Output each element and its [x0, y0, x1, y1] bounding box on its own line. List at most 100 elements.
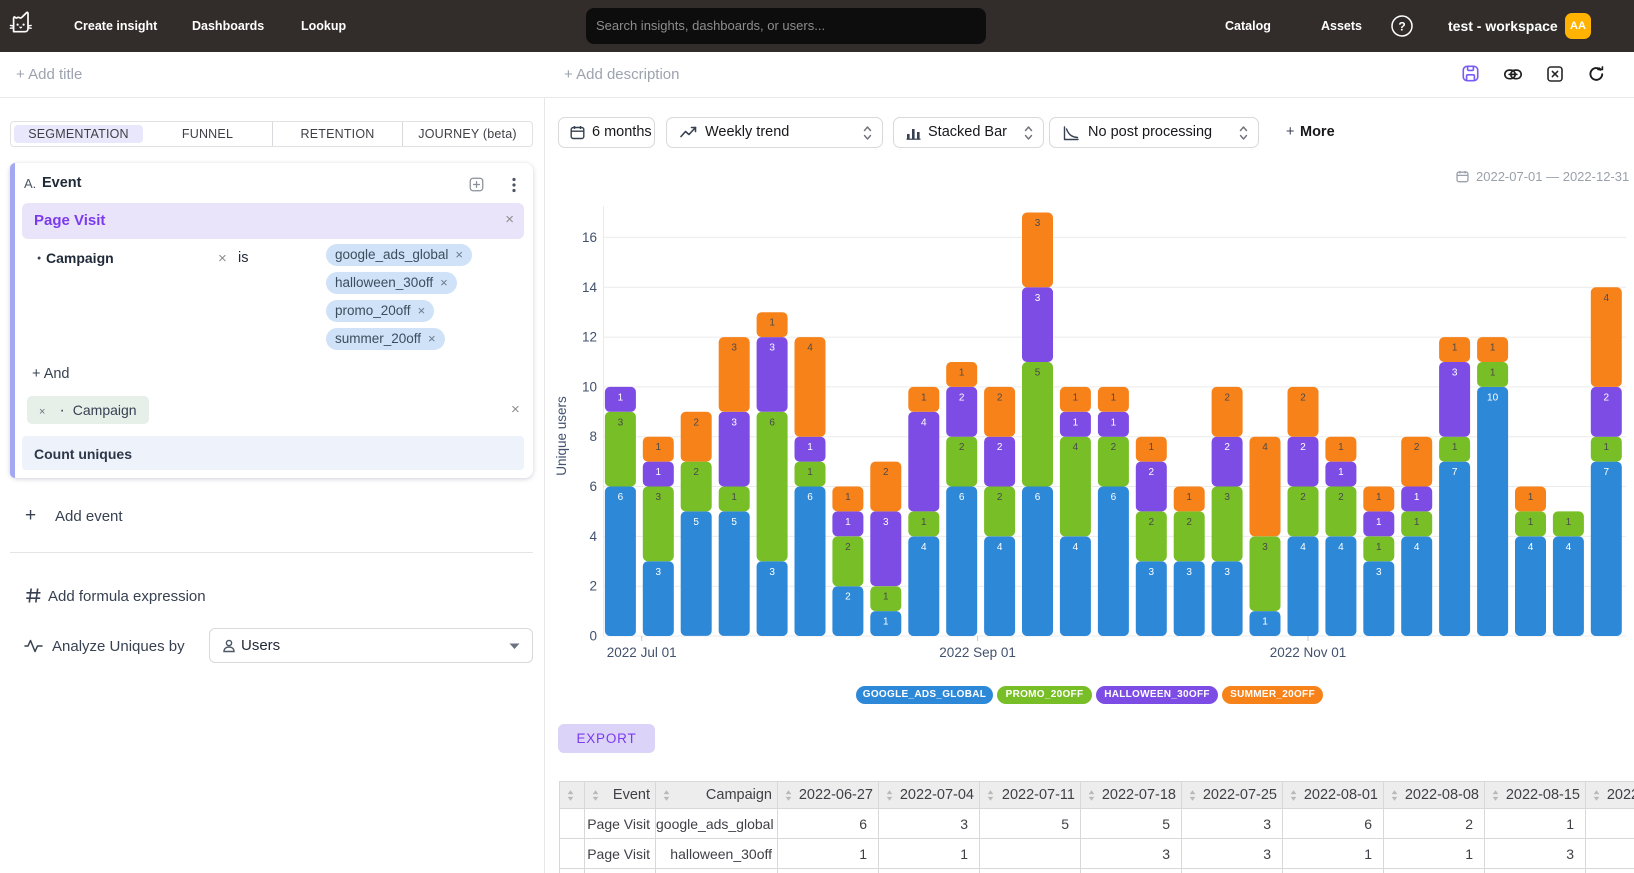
- svg-text:1: 1: [1111, 392, 1117, 403]
- svg-text:1: 1: [959, 368, 965, 379]
- svg-text:8: 8: [589, 429, 597, 444]
- svg-text:4: 4: [1338, 542, 1344, 553]
- svg-text:2: 2: [1300, 442, 1306, 453]
- svg-text:3: 3: [1452, 368, 1458, 379]
- svg-text:2: 2: [1149, 467, 1155, 478]
- svg-text:2: 2: [1149, 517, 1155, 528]
- svg-text:2: 2: [1300, 492, 1306, 503]
- svg-text:6: 6: [618, 492, 624, 503]
- svg-text:2022 Jul 01: 2022 Jul 01: [607, 645, 677, 660]
- svg-text:Unique users: Unique users: [554, 396, 569, 476]
- svg-text:3: 3: [731, 343, 737, 354]
- svg-text:6: 6: [769, 417, 775, 428]
- svg-text:3: 3: [1224, 492, 1230, 503]
- svg-text:1: 1: [1073, 392, 1079, 403]
- svg-text:2022 Nov 01: 2022 Nov 01: [1270, 645, 1347, 660]
- svg-text:4: 4: [921, 542, 927, 553]
- svg-text:1: 1: [1414, 517, 1420, 528]
- svg-text:5: 5: [731, 517, 737, 528]
- svg-text:5: 5: [693, 517, 699, 528]
- svg-text:1: 1: [1414, 492, 1420, 503]
- svg-text:1: 1: [845, 492, 851, 503]
- svg-text:2: 2: [997, 442, 1003, 453]
- svg-text:4: 4: [997, 542, 1003, 553]
- svg-text:6: 6: [589, 479, 597, 494]
- svg-text:4: 4: [1262, 442, 1268, 453]
- svg-text:1: 1: [1528, 517, 1534, 528]
- svg-text:3: 3: [618, 417, 624, 428]
- svg-text:6: 6: [1035, 492, 1041, 503]
- svg-text:7: 7: [1452, 467, 1458, 478]
- svg-text:4: 4: [589, 529, 597, 544]
- svg-text:1: 1: [883, 617, 889, 628]
- svg-text:3: 3: [769, 343, 775, 354]
- svg-text:1: 1: [921, 517, 927, 528]
- svg-text:2: 2: [589, 579, 597, 594]
- svg-text:3: 3: [1224, 567, 1230, 578]
- svg-text:1: 1: [1604, 442, 1610, 453]
- svg-text:1: 1: [1149, 442, 1155, 453]
- svg-text:6: 6: [1111, 492, 1117, 503]
- svg-text:1: 1: [1452, 442, 1458, 453]
- svg-text:1: 1: [656, 467, 662, 478]
- svg-text:2: 2: [1224, 442, 1230, 453]
- svg-text:1: 1: [1490, 368, 1496, 379]
- svg-text:14: 14: [582, 280, 598, 295]
- svg-text:3: 3: [1149, 567, 1155, 578]
- svg-text:2: 2: [997, 492, 1003, 503]
- svg-text:1: 1: [807, 442, 813, 453]
- svg-text:3: 3: [1376, 567, 1382, 578]
- svg-text:1: 1: [1111, 417, 1117, 428]
- svg-text:2: 2: [1414, 442, 1420, 453]
- svg-text:1: 1: [1376, 517, 1382, 528]
- svg-text:1: 1: [1376, 492, 1382, 503]
- svg-text:4: 4: [1414, 542, 1420, 553]
- svg-text:1: 1: [807, 467, 813, 478]
- svg-text:2: 2: [959, 392, 965, 403]
- svg-text:1: 1: [1376, 542, 1382, 553]
- svg-text:10: 10: [1487, 392, 1499, 403]
- svg-text:4: 4: [1300, 542, 1306, 553]
- svg-text:2: 2: [1111, 442, 1117, 453]
- svg-text:7: 7: [1604, 467, 1610, 478]
- svg-text:3: 3: [769, 567, 775, 578]
- svg-text:3: 3: [656, 492, 662, 503]
- svg-text:4: 4: [921, 417, 927, 428]
- svg-text:1: 1: [618, 392, 624, 403]
- svg-text:3: 3: [1035, 218, 1041, 229]
- svg-text:6: 6: [959, 492, 965, 503]
- svg-text:2: 2: [1338, 492, 1344, 503]
- svg-text:4: 4: [1073, 442, 1079, 453]
- svg-text:4: 4: [1073, 542, 1079, 553]
- svg-text:2: 2: [845, 592, 851, 603]
- svg-text:1: 1: [1073, 417, 1079, 428]
- svg-text:4: 4: [1566, 542, 1572, 553]
- svg-text:3: 3: [1186, 567, 1192, 578]
- svg-text:5: 5: [1035, 368, 1041, 379]
- svg-text:2: 2: [883, 467, 889, 478]
- svg-text:2: 2: [1186, 517, 1192, 528]
- svg-text:1: 1: [1566, 517, 1572, 528]
- svg-text:1: 1: [921, 392, 927, 403]
- svg-text:1: 1: [845, 517, 851, 528]
- svg-text:0: 0: [589, 629, 597, 644]
- svg-text:1: 1: [1338, 442, 1344, 453]
- svg-text:4: 4: [1528, 542, 1534, 553]
- svg-text:16: 16: [582, 230, 597, 245]
- svg-text:2022 Sep 01: 2022 Sep 01: [939, 645, 1016, 660]
- svg-text:2: 2: [845, 542, 851, 553]
- svg-text:2: 2: [997, 392, 1003, 403]
- svg-text:1: 1: [883, 592, 889, 603]
- svg-text:2: 2: [1224, 392, 1230, 403]
- svg-text:1: 1: [1186, 492, 1192, 503]
- svg-text:1: 1: [1262, 617, 1268, 628]
- svg-text:3: 3: [1262, 542, 1268, 553]
- svg-text:2: 2: [1300, 392, 1306, 403]
- svg-text:1: 1: [1528, 492, 1534, 503]
- svg-text:4: 4: [1604, 293, 1610, 304]
- svg-text:12: 12: [582, 330, 597, 345]
- svg-text:2: 2: [959, 442, 965, 453]
- svg-text:?: ?: [1398, 20, 1405, 34]
- svg-text:2: 2: [1604, 392, 1610, 403]
- svg-text:6: 6: [807, 492, 813, 503]
